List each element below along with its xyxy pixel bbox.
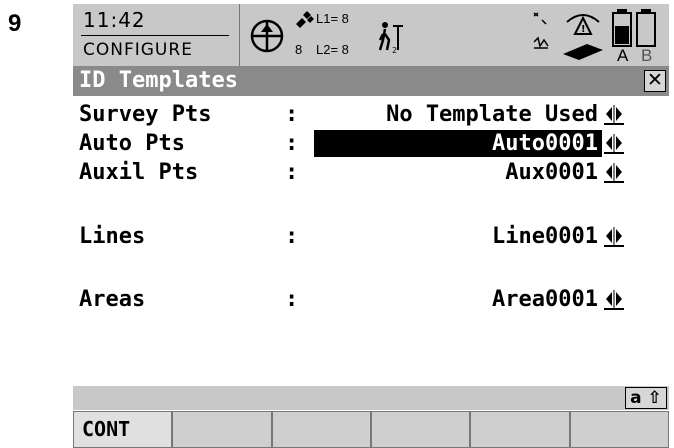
rover-antenna-icon: 2 [379,22,403,54]
field-colon: : [285,102,299,127]
position-status-icon [250,19,284,53]
f5-button[interactable] [470,411,570,448]
memory-card-icon: ! [563,14,603,60]
field-colon: : [285,160,299,185]
title-bar: ID Templates ✕ [73,67,669,96]
choice-arrows-icon[interactable] [604,288,624,310]
field-value[interactable]: Aux0001 [314,159,602,186]
clock-underline [81,35,229,36]
f3-button[interactable] [271,411,371,448]
info-bar: a ⇧ [73,386,669,410]
l2-count: L2= 8 [316,42,349,57]
close-button[interactable]: ✕ [644,70,666,92]
battery-a-label: A [617,46,629,65]
choice-arrows-icon[interactable] [604,225,624,247]
l1-count: L1= 8 [316,11,349,26]
field-colon: : [285,131,299,156]
svg-text:!: ! [581,24,586,35]
function-key-bar: CONT [73,411,669,448]
f6-button[interactable] [569,411,669,448]
field-value[interactable]: Area0001 [314,286,602,313]
field-row-auxil-pts[interactable]: Auxil Pts : Aux0001 [73,158,669,187]
field-row-areas[interactable]: Areas : Area0001 [73,285,669,314]
clock: 11:42 [83,8,146,32]
svg-text:2: 2 [392,46,397,54]
battery-b-icon [636,9,656,47]
choice-arrows-icon[interactable] [604,132,624,154]
status-divider [239,4,240,66]
field-row-lines[interactable]: Lines : Line0001 [73,222,669,251]
field-label: Survey Pts [79,102,212,127]
f1-cont-button[interactable]: CONT [73,411,173,448]
device-screen: 11:42 CONFIGURE L1= 8 8 L2= 8 2 ! A B ID… [73,4,669,448]
page-title: ID Templates [79,68,238,93]
field-label: Areas [79,287,146,312]
radio-link-icon [533,12,549,49]
choice-arrows-icon[interactable] [604,161,624,183]
f4-button[interactable] [370,411,471,448]
field-label: Auto Pts [79,131,185,156]
status-bar: 11:42 CONFIGURE L1= 8 8 L2= 8 2 ! A B [73,4,669,67]
field-label: Auxil Pts [79,160,199,185]
field-value[interactable]: Line0001 [314,223,602,250]
close-icon: ✕ [647,69,663,91]
battery-a-icon [612,9,632,47]
battery-b-label: B [641,46,653,65]
step-number: 9 [8,10,22,37]
sat-count: 8 [295,42,303,57]
field-value[interactable]: No Template Used [314,101,602,128]
field-colon: : [285,224,299,249]
app-mode: CONFIGURE [83,40,193,60]
field-value-focused[interactable]: Auto0001 [314,130,602,157]
f2-button[interactable] [172,411,272,448]
satellite-icon [296,11,314,28]
field-row-survey-pts[interactable]: Survey Pts : No Template Used [73,100,669,129]
input-mode-indicator: a ⇧ [625,387,667,409]
field-row-auto-pts[interactable]: Auto Pts : Auto0001 [73,129,669,158]
field-label: Lines [79,224,146,249]
choice-arrows-icon[interactable] [604,103,624,125]
field-colon: : [285,287,299,312]
